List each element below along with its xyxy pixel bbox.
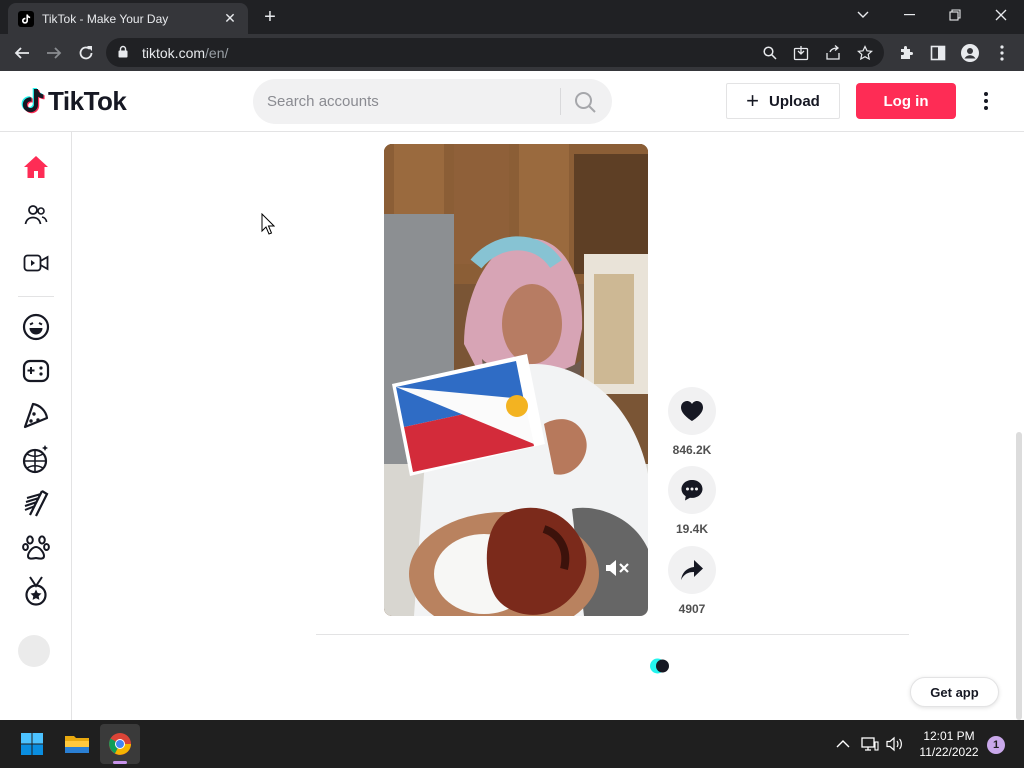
- live-icon[interactable]: [18, 245, 54, 281]
- site-header: TikTok + Upload Log in: [0, 71, 1024, 132]
- sidebar: [0, 132, 72, 720]
- search-divider: [560, 88, 561, 115]
- minimize-button[interactable]: [886, 0, 932, 30]
- sports-icon[interactable]: [18, 573, 54, 609]
- like-action: 846.2K: [668, 387, 716, 457]
- side-panel-icon[interactable]: [928, 43, 948, 63]
- tab-close-icon[interactable]: ✕: [222, 10, 238, 27]
- sidebar-divider: [18, 296, 54, 297]
- search-box: [253, 79, 612, 124]
- video-frame-image: [384, 144, 648, 616]
- share-action: 4907: [668, 546, 716, 616]
- install-app-icon[interactable]: [792, 44, 810, 62]
- share-icon[interactable]: [824, 44, 842, 62]
- search-icon[interactable]: [571, 90, 599, 114]
- following-icon[interactable]: [18, 197, 54, 233]
- notification-badge[interactable]: 1: [987, 736, 1005, 754]
- comment-icon[interactable]: [668, 466, 716, 514]
- heart-icon[interactable]: [668, 387, 716, 435]
- browser-toolbar: tiktok.com/en/: [0, 34, 1024, 71]
- logo-text: TikTok: [48, 86, 127, 116]
- file-explorer-icon[interactable]: [57, 724, 97, 764]
- address-bar[interactable]: tiktok.com/en/: [106, 38, 884, 67]
- login-button[interactable]: Log in: [856, 83, 956, 119]
- forward-button[interactable]: [42, 41, 66, 65]
- share-arrow-icon[interactable]: [668, 546, 716, 594]
- home-icon[interactable]: [18, 149, 54, 185]
- close-window-button[interactable]: [978, 0, 1024, 30]
- beauty-icon[interactable]: [18, 485, 54, 521]
- windows-taskbar: 12:01 PM 11/22/2022: [0, 720, 1024, 768]
- avatar[interactable]: [18, 635, 50, 667]
- mouse-cursor-icon: [261, 212, 276, 235]
- restore-button[interactable]: [932, 0, 978, 30]
- bookmark-star-icon[interactable]: [856, 44, 874, 62]
- tiktok-favicon-icon: [18, 10, 34, 27]
- animals-icon[interactable]: [18, 529, 54, 565]
- share-count: 4907: [678, 602, 706, 616]
- clock-time: 12:01 PM: [923, 729, 975, 743]
- zoom-search-icon[interactable]: [761, 44, 779, 62]
- loading-spinner-icon: [649, 656, 671, 676]
- new-tab-button[interactable]: +: [258, 6, 282, 28]
- comedy-icon[interactable]: [18, 309, 54, 345]
- browser-tab-strip: TikTok - Make Your Day ✕ +: [0, 0, 1024, 34]
- upload-label: Upload: [769, 92, 820, 110]
- lock-icon[interactable]: [118, 45, 128, 63]
- browser-menu-icon[interactable]: [992, 43, 1012, 63]
- tab-title: TikTok - Make Your Day: [42, 11, 169, 26]
- tiktok-note-icon: [21, 87, 45, 113]
- gaming-icon[interactable]: [18, 353, 54, 389]
- profile-icon[interactable]: [960, 43, 980, 63]
- tiktok-logo[interactable]: TikTok: [20, 86, 127, 117]
- chrome-icon[interactable]: [100, 724, 140, 764]
- dance-icon[interactable]: [18, 441, 54, 477]
- active-app-indicator: [113, 761, 127, 764]
- browser-tab[interactable]: TikTok - Make Your Day ✕: [8, 3, 248, 34]
- page-scrollbar[interactable]: [1016, 432, 1022, 720]
- food-icon[interactable]: [18, 397, 54, 433]
- upload-button[interactable]: + Upload: [726, 83, 840, 119]
- more-options-icon[interactable]: [976, 89, 996, 113]
- system-clock[interactable]: 12:01 PM 11/22/2022: [916, 728, 982, 760]
- network-icon[interactable]: [860, 734, 880, 754]
- tab-search-chevron-icon[interactable]: [840, 0, 886, 30]
- tray-overflow-chevron-icon[interactable]: [833, 734, 853, 754]
- clock-date: 11/22/2022: [919, 745, 979, 759]
- comment-action: 19.4K: [668, 466, 716, 536]
- reload-button[interactable]: [74, 41, 98, 65]
- url-text: tiktok.com/en/: [142, 45, 229, 61]
- like-count: 846.2K: [672, 443, 712, 457]
- mute-icon[interactable]: [602, 556, 632, 580]
- feed-divider: [316, 634, 909, 635]
- windows-start-icon[interactable]: [12, 724, 52, 764]
- extensions-puzzle-icon[interactable]: [896, 43, 916, 63]
- video-player[interactable]: [384, 144, 648, 616]
- volume-icon[interactable]: [885, 734, 905, 754]
- plus-icon: +: [746, 88, 759, 113]
- back-button[interactable]: [10, 41, 34, 65]
- search-input[interactable]: [267, 79, 547, 124]
- comment-count: 19.4K: [675, 522, 709, 536]
- get-app-button[interactable]: Get app: [910, 677, 999, 707]
